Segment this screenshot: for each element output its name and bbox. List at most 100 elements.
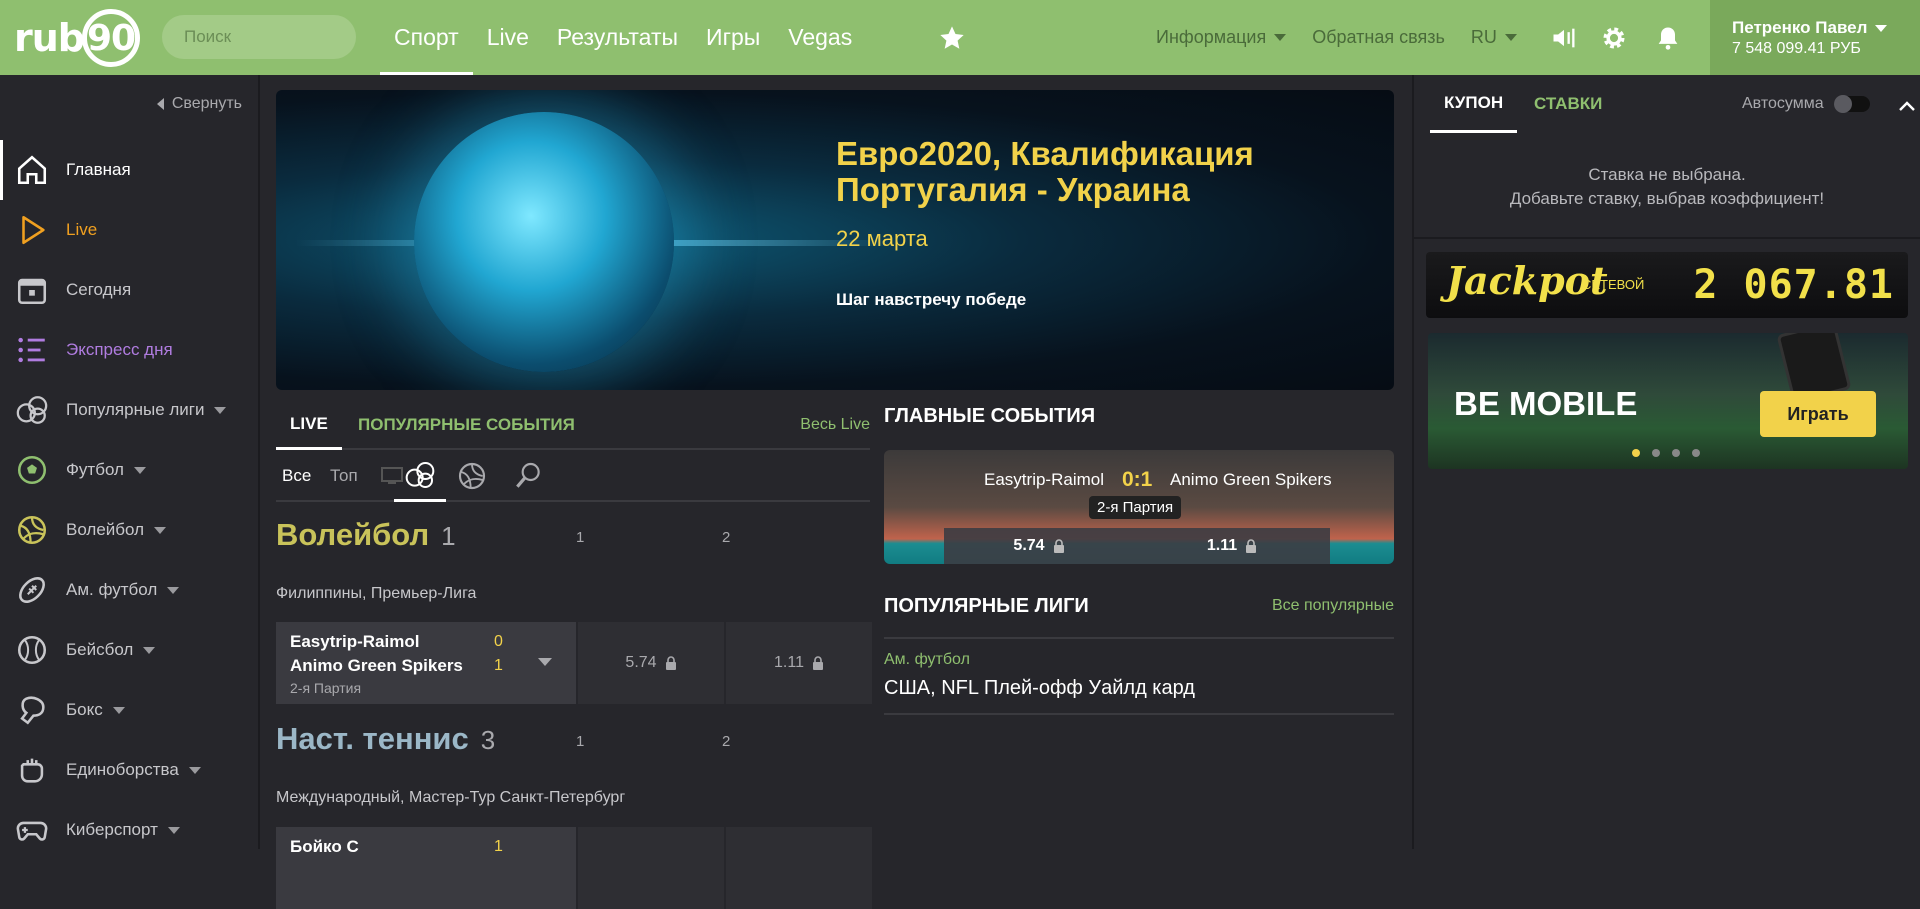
language-select[interactable]: RU bbox=[1471, 27, 1517, 48]
feedback-link[interactable]: Обратная связь bbox=[1312, 27, 1445, 48]
logo[interactable]: rub 90 bbox=[14, 9, 140, 67]
boxing-icon bbox=[14, 692, 50, 728]
nav-games[interactable]: Игры bbox=[692, 0, 774, 75]
coupon-tabs: КУПОН СТАВКИ Автосумма bbox=[1430, 75, 1915, 133]
baseball-icon bbox=[14, 632, 50, 668]
sport-header-volleyball: Волейбол 1 1 2 bbox=[276, 517, 731, 552]
gamepad-icon bbox=[14, 812, 50, 848]
filter-table-tennis[interactable] bbox=[512, 450, 544, 502]
main-events-title: ГЛАВНЫЕ СОБЫТИЯ bbox=[884, 405, 1096, 427]
gear-icon[interactable] bbox=[1600, 24, 1628, 52]
tab-bets[interactable]: СТАВКИ bbox=[1534, 75, 1602, 133]
promo-banner[interactable]: Евро2020, Квалификация Португалия - Украи… bbox=[276, 90, 1394, 390]
bell-icon[interactable] bbox=[1654, 24, 1682, 52]
info-menu[interactable]: Информация bbox=[1156, 27, 1287, 48]
odd-button[interactable]: 1.11 bbox=[726, 622, 872, 704]
chevron-up-icon[interactable] bbox=[1898, 97, 1916, 115]
chevron-down-icon bbox=[1504, 34, 1517, 41]
chevron-down-icon[interactable] bbox=[538, 658, 552, 666]
odd-button[interactable]: 1.11 bbox=[1134, 528, 1330, 564]
play-button[interactable]: Играть bbox=[1760, 391, 1876, 437]
sidebar-item-esports[interactable]: Киберспорт bbox=[0, 800, 258, 860]
odd-button[interactable] bbox=[726, 827, 872, 909]
chevron-down-icon bbox=[188, 766, 201, 774]
volleyball-icon bbox=[458, 462, 486, 490]
filter-top[interactable]: Топ bbox=[330, 450, 358, 502]
autosum-toggle[interactable]: Автосумма bbox=[1742, 95, 1870, 113]
sound-icon[interactable] bbox=[1550, 24, 1578, 52]
chevron-down-icon bbox=[133, 466, 146, 474]
jackpot-widget[interactable]: Jackpot СЕТЕВОЙ 2 067.81 bbox=[1426, 252, 1908, 318]
sidebar-item-american-football[interactable]: Ам. футбол bbox=[0, 560, 258, 620]
jackpot-value: 2 067.81 bbox=[1693, 262, 1894, 308]
nav-vegas[interactable]: Vegas bbox=[774, 0, 866, 75]
lock-icon bbox=[665, 656, 676, 670]
fist-icon bbox=[14, 752, 50, 788]
football-ball-image bbox=[414, 112, 674, 372]
chevron-down-icon bbox=[154, 526, 167, 534]
carousel-dot[interactable] bbox=[1652, 449, 1660, 457]
odd-button[interactable]: 5.74 bbox=[944, 528, 1134, 564]
search-input[interactable] bbox=[162, 15, 356, 59]
sidebar-item-express[interactable]: Экспресс дня bbox=[0, 320, 258, 380]
league-name: Международный, Мастер-Тур Санкт-Петербур… bbox=[276, 789, 626, 806]
filter-all[interactable]: Все bbox=[282, 450, 311, 502]
sidebar-item-football[interactable]: Футбол bbox=[0, 440, 258, 500]
all-live-link[interactable]: Весь Live bbox=[800, 416, 870, 434]
lock-icon bbox=[1053, 539, 1064, 553]
collapse-sidebar-button[interactable]: Свернуть bbox=[156, 95, 242, 113]
sidebar-item-popular-leagues[interactable]: Популярные лиги bbox=[0, 380, 258, 440]
balls-icon bbox=[405, 461, 435, 488]
jackpot-subtitle: СЕТЕВОЙ bbox=[1582, 277, 1645, 292]
sidebar-item-martial-arts[interactable]: Единоборства bbox=[0, 740, 258, 800]
play-icon bbox=[14, 212, 50, 248]
chevron-down-icon bbox=[1274, 34, 1287, 41]
match-row[interactable]: Бойко С 1 bbox=[276, 827, 872, 909]
user-balance: 7 548 099.41 РУБ bbox=[1732, 40, 1861, 57]
promo-title: BE MOBILE bbox=[1454, 385, 1638, 422]
tab-popular-events[interactable]: ПОПУЛЯРНЫЕ СОБЫТИЯ bbox=[358, 400, 575, 450]
main-content: Евро2020, Квалификация Португалия - Украи… bbox=[262, 75, 1412, 909]
favorites-star-icon[interactable] bbox=[938, 24, 966, 52]
banner-slogan: Шаг навстречу победе bbox=[836, 290, 1027, 309]
user-name: Петренко Павел bbox=[1732, 18, 1868, 37]
carousel-dot[interactable] bbox=[1672, 449, 1680, 457]
popular-league-link[interactable]: США, NFL Плей-офф Уайлд кард bbox=[884, 677, 1195, 700]
nav-sport[interactable]: Спорт bbox=[380, 0, 473, 75]
nav-live[interactable]: Live bbox=[473, 0, 543, 75]
sidebar-item-baseball[interactable]: Бейсбол bbox=[0, 620, 258, 680]
match-row[interactable]: Easytrip-Raimol Animo Green Spikers 2-я … bbox=[276, 622, 872, 704]
main-event-card[interactable]: Easytrip-Raimol 0:1 Animo Green Spikers … bbox=[884, 450, 1394, 564]
filter-volleyball[interactable] bbox=[456, 450, 488, 502]
odd-button[interactable] bbox=[578, 827, 724, 909]
chevron-down-icon bbox=[167, 586, 180, 594]
odd-button[interactable]: 5.74 bbox=[578, 622, 724, 704]
mobile-promo-banner[interactable]: BE MOBILE Играть bbox=[1428, 333, 1908, 469]
live-tabs: LIVE ПОПУЛЯРНЫЕ СОБЫТИЯ Весь Live bbox=[276, 400, 870, 450]
football-icon bbox=[14, 452, 50, 488]
sidebar-item-volleyball[interactable]: Волейбол bbox=[0, 500, 258, 560]
carousel-dot[interactable] bbox=[1632, 449, 1640, 457]
balls-icon bbox=[14, 392, 50, 428]
match-teams[interactable]: Бойко С 1 bbox=[276, 827, 576, 909]
all-popular-link[interactable]: Все популярные bbox=[1272, 597, 1394, 615]
match-teams[interactable]: Easytrip-Raimol Animo Green Spikers 2-я … bbox=[276, 622, 576, 704]
sidebar-item-home[interactable]: Главная bbox=[0, 140, 258, 200]
sidebar-item-boxing[interactable]: Бокс bbox=[0, 680, 258, 740]
tab-coupon[interactable]: КУПОН bbox=[1430, 75, 1518, 133]
league-category: Ам. футбол bbox=[884, 651, 970, 668]
top-header: rub90 Спорт Live Результаты Игры Vegas И… bbox=[0, 0, 1920, 75]
tab-live[interactable]: LIVE bbox=[276, 400, 342, 450]
toggle-switch[interactable] bbox=[1833, 95, 1870, 113]
filter-all-sports[interactable] bbox=[394, 450, 446, 502]
sidebar-item-today[interactable]: Сегодня bbox=[0, 260, 258, 320]
chevron-left-icon bbox=[156, 98, 164, 110]
nav-results[interactable]: Результаты bbox=[543, 0, 692, 75]
sidebar-item-live[interactable]: Live bbox=[0, 200, 258, 260]
chevron-down-icon bbox=[167, 826, 180, 834]
user-account[interactable]: Петренко Павел 7 548 099.41 РУБ bbox=[1710, 0, 1920, 75]
american-football-icon bbox=[14, 572, 50, 608]
carousel-dot[interactable] bbox=[1692, 449, 1700, 457]
coupon-empty-message: Ставка не выбрана. Добавьте ставку, выбра… bbox=[1509, 165, 1825, 208]
chevron-down-icon bbox=[1875, 24, 1888, 32]
